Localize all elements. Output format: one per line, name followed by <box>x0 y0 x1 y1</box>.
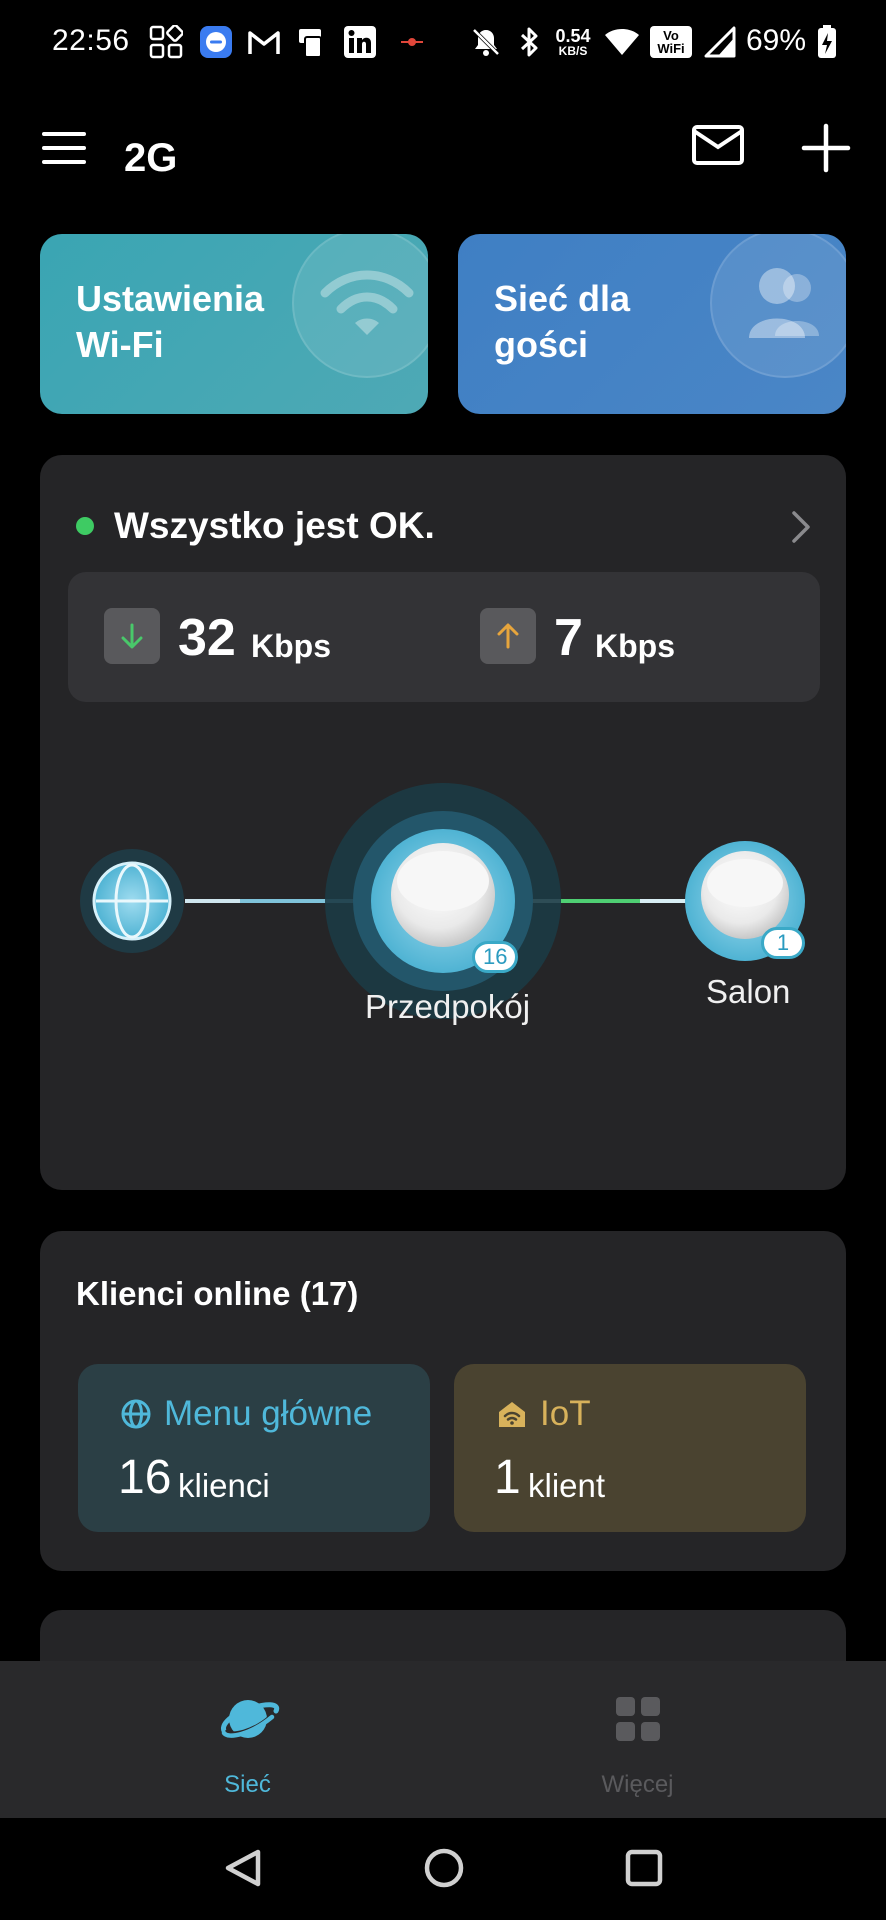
main-network-count: 16 <box>118 1451 172 1504</box>
main-node-client-badge: 16 <box>472 941 519 973</box>
iot-network-count: 1 <box>494 1451 521 1504</box>
network-title: 2G <box>124 136 178 180</box>
linkedin-icon <box>340 22 380 62</box>
network-speed-value: 0.54 <box>555 26 591 46</box>
status-text: Wszystko jest OK. <box>114 505 435 546</box>
planet-icon <box>216 1687 280 1751</box>
main-node-label: Przedpokój <box>365 988 531 1025</box>
sim-toolkit-icon <box>292 22 332 62</box>
messenger-icon <box>196 22 236 62</box>
network-status-card: Wszystko jest OK. 32 Kbps 7 Kbps 16 Prze… <box>40 455 846 1190</box>
download-unit: Kbps <box>251 628 331 664</box>
upload-value: 7 <box>554 609 583 667</box>
upload-arrow-icon <box>480 608 536 664</box>
main-network-unit: klienci <box>178 1467 270 1504</box>
guest-network-label: Sieć dla gości <box>494 276 734 368</box>
battery-charging-icon <box>814 22 840 62</box>
clients-title: Klienci online (17) <box>76 1275 359 1312</box>
status-row[interactable]: Wszystko jest OK. <box>76 495 816 555</box>
nav-network[interactable]: Sieć <box>26 1661 469 1818</box>
vowifi-icon: Vo WiFi <box>650 26 692 58</box>
satellite-label: Salon <box>706 973 791 1010</box>
status-bar: 22:56 0.54 KB/S Vo WiFi 69% <box>0 0 886 86</box>
recording-icon <box>392 22 432 62</box>
satellite-client-badge: 1 <box>761 927 805 959</box>
status-time: 22:56 <box>52 24 130 57</box>
nav-network-label: Sieć <box>224 1771 271 1798</box>
home-icon[interactable] <box>414 1838 474 1898</box>
download-arrow-icon <box>104 608 160 664</box>
status-ok-indicator <box>76 517 94 535</box>
gmail-icon <box>244 22 284 62</box>
main-network-name: Menu główne <box>164 1394 373 1433</box>
iot-network-name: IoT <box>540 1394 591 1433</box>
guest-network-line2: gości <box>494 324 589 365</box>
battery-percent: 69% <box>746 24 807 57</box>
grid-icon <box>606 1687 670 1751</box>
main-network-clients-tile[interactable]: Menu główne 16 klienci <box>78 1364 430 1532</box>
chevron-right-icon <box>786 507 816 547</box>
guest-network-line1: Sieć dla <box>494 278 631 319</box>
wifi-signal-icon <box>602 22 642 62</box>
network-topology: 16 Przedpokój 1 Salon <box>40 705 846 1185</box>
guest-network-tile[interactable]: Sieć dla gości <box>458 234 846 414</box>
cell-signal-icon <box>702 22 738 62</box>
wifi-settings-line2: Wi-Fi <box>76 324 164 365</box>
system-navigation-bar <box>0 1818 886 1920</box>
vowifi-bottom: WiFi <box>657 41 685 56</box>
mute-icon <box>466 22 506 62</box>
globe-icon <box>120 1398 152 1430</box>
apps-icon <box>146 22 186 62</box>
back-icon[interactable] <box>214 1838 274 1898</box>
mail-icon[interactable] <box>690 122 750 172</box>
iot-home-icon <box>496 1398 528 1430</box>
network-speed-unit: KB/S <box>558 44 588 58</box>
nav-more-label: Więcej <box>601 1771 674 1798</box>
nav-more[interactable]: Więcej <box>416 1661 859 1818</box>
main-router-node[interactable] <box>325 783 561 1019</box>
network-speed: 0.54 KB/S <box>552 22 594 62</box>
wifi-settings-line1: Ustawienia <box>76 278 265 319</box>
wifi-settings-label: Ustawienia Wi-Fi <box>76 276 316 368</box>
recents-icon[interactable] <box>614 1838 674 1898</box>
iot-clients-tile[interactable]: IoT 1 klient <box>454 1364 806 1532</box>
menu-icon[interactable] <box>38 128 90 168</box>
iot-network-unit: klient <box>528 1467 606 1504</box>
add-icon[interactable] <box>800 122 860 182</box>
download-value: 32 <box>178 609 236 667</box>
wifi-settings-tile[interactable]: Ustawienia Wi-Fi <box>40 234 428 414</box>
internet-globe-icon[interactable] <box>80 849 184 953</box>
online-clients-card: Klienci online (17) Menu główne 16 klien… <box>40 1231 846 1571</box>
bluetooth-icon <box>512 22 546 62</box>
speed-panel: 32 Kbps 7 Kbps <box>68 572 820 702</box>
bottom-navigation: Sieć Więcej <box>0 1661 886 1818</box>
app-header: 2G <box>0 100 886 210</box>
upload-unit: Kbps <box>595 628 675 664</box>
